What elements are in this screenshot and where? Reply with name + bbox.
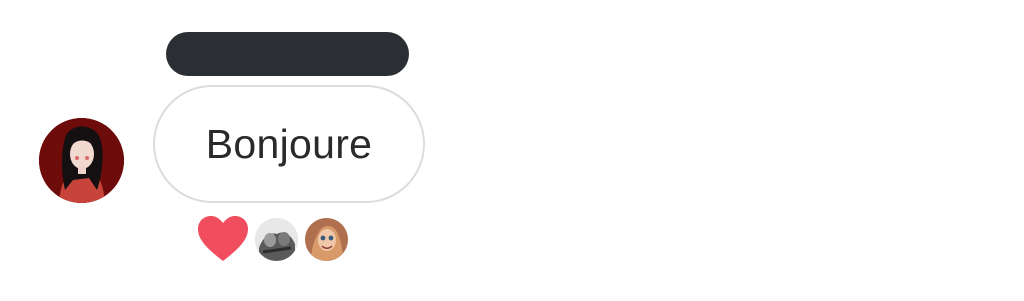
message-bubble[interactable]: Bonjoure <box>153 85 425 203</box>
sender-avatar[interactable] <box>39 118 124 203</box>
heart-icon <box>198 216 248 261</box>
reactor-avatar[interactable] <box>253 215 300 263</box>
sender-name-redacted <box>166 32 409 76</box>
message-text: Bonjoure <box>205 120 373 167</box>
reactions-row[interactable] <box>196 214 350 264</box>
reactor-avatar[interactable] <box>303 215 350 263</box>
